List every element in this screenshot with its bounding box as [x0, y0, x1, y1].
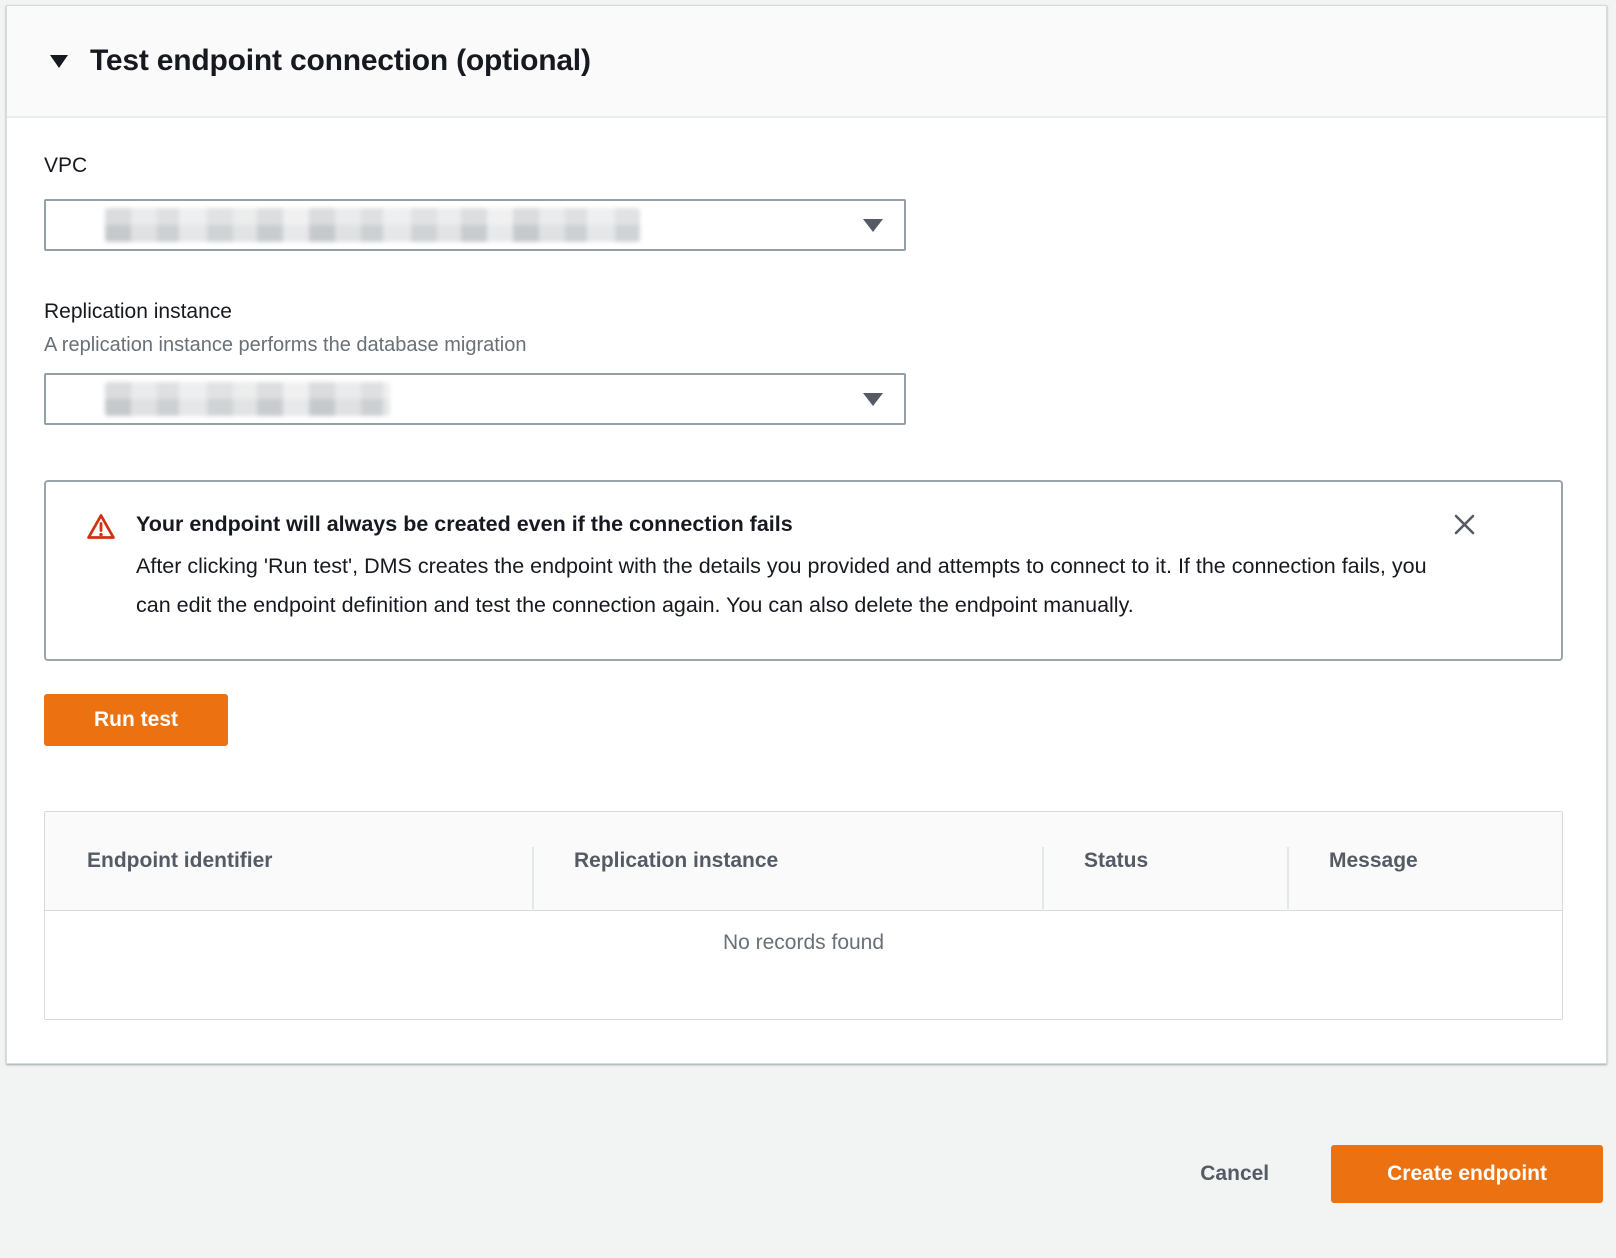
replication-instance-redacted-value — [105, 382, 390, 416]
replication-instance-description: A replication instance performs the data… — [44, 333, 1563, 357]
vpc-label: VPC — [44, 152, 1563, 180]
section-header[interactable]: Test endpoint connection (optional) — [7, 6, 1606, 118]
run-test-button[interactable]: Run test — [44, 694, 228, 746]
alert-body: After clicking 'Run test', DMS creates t… — [136, 547, 1431, 625]
collapse-triangle-icon — [50, 55, 68, 68]
column-header-endpoint-identifier: Endpoint identifier — [45, 812, 532, 910]
section-title: Test endpoint connection (optional) — [90, 44, 591, 78]
column-header-replication-instance: Replication instance — [532, 812, 1042, 910]
cancel-button[interactable]: Cancel — [1174, 1145, 1295, 1203]
chevron-down-icon — [863, 393, 883, 406]
close-icon[interactable] — [1449, 509, 1480, 540]
section-body: VPC Replication instance A replication i… — [7, 118, 1606, 1063]
page: Test endpoint connection (optional) VPC … — [0, 5, 1616, 1203]
replication-instance-select[interactable] — [44, 373, 906, 425]
empty-state-message: No records found — [45, 911, 1562, 955]
replication-instance-field: Replication instance A replication insta… — [44, 298, 1563, 425]
chevron-down-icon — [863, 219, 883, 232]
column-header-status: Status — [1042, 812, 1287, 910]
column-header-message: Message — [1287, 812, 1562, 910]
replication-instance-label: Replication instance — [44, 298, 1563, 326]
test-results-table: Endpoint identifier Replication instance… — [44, 811, 1563, 1020]
vpc-select-redacted-value — [105, 208, 640, 242]
table-body: No records found — [45, 911, 1562, 1019]
warning-triangle-icon — [86, 511, 116, 548]
create-endpoint-button[interactable]: Create endpoint — [1331, 1145, 1603, 1203]
vpc-select[interactable] — [44, 199, 906, 251]
test-endpoint-section: Test endpoint connection (optional) VPC … — [6, 5, 1607, 1064]
table-header-row: Endpoint identifier Replication instance… — [45, 812, 1562, 911]
footer-actions: Cancel Create endpoint — [0, 1064, 1616, 1203]
alert-title: Your endpoint will always be created eve… — [136, 509, 1431, 539]
vpc-field: VPC — [44, 152, 1563, 251]
warning-alert: Your endpoint will always be created eve… — [44, 480, 1563, 661]
alert-content: Your endpoint will always be created eve… — [136, 509, 1431, 625]
